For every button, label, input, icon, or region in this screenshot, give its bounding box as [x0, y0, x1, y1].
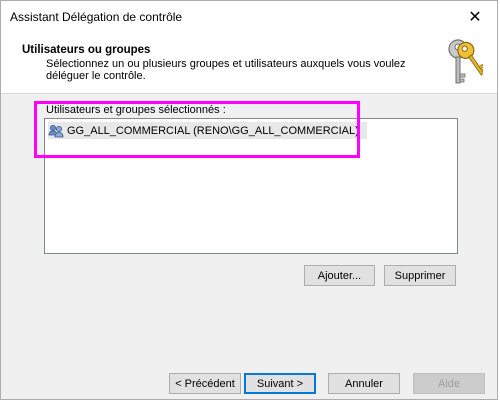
list-item[interactable]: GG_ALL_COMMERCIAL (RENO\GG_ALL_COMMERCIA… [48, 122, 367, 139]
principal-name: GG_ALL_COMMERCIAL (RENO\GG_ALL_COMMERCIA… [67, 124, 359, 137]
wizard-header: Utilisateurs ou groupes Sélectionnez un … [1, 33, 497, 94]
window-title: Assistant Délégation de contrôle [10, 10, 183, 24]
selected-principals-label: Utilisateurs et groupes sélectionnés : [46, 104, 226, 116]
next-button[interactable]: Suivant > [244, 373, 316, 394]
group-icon [48, 124, 64, 137]
help-button: Aide [413, 373, 485, 394]
cancel-button[interactable]: Annuler [328, 373, 400, 394]
title-bar: Assistant Délégation de contrôle ✕ [1, 1, 497, 33]
close-button[interactable]: ✕ [453, 1, 497, 33]
remove-button[interactable]: Supprimer [384, 265, 456, 286]
keys-icon [448, 39, 483, 84]
delegation-wizard-window: Assistant Délégation de contrôle ✕ Utili… [0, 0, 498, 400]
page-description: Sélectionnez un ou plusieurs groupes et … [46, 58, 406, 82]
back-button[interactable]: < Précédent [169, 373, 241, 394]
selected-principals-listbox[interactable]: GG_ALL_COMMERCIAL (RENO\GG_ALL_COMMERCIA… [44, 118, 458, 254]
page-title: Utilisateurs ou groupes [22, 44, 151, 56]
add-button[interactable]: Ajouter... [304, 265, 375, 286]
close-icon: ✕ [468, 9, 482, 26]
